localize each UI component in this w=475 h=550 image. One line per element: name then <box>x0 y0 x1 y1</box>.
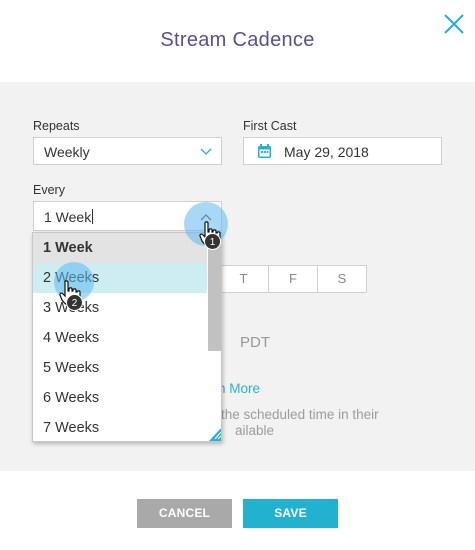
repeats-value: Weekly <box>44 144 90 160</box>
dropdown-option-4-weeks[interactable]: 4 Weeks <box>33 323 207 353</box>
repeats-select[interactable]: Weekly <box>33 137 222 165</box>
every-label: Every <box>33 183 65 197</box>
schedule-note-line2: ailable <box>235 423 275 438</box>
dialog-title: Stream Cadence <box>160 29 315 51</box>
dialog-header: Stream Cadence <box>0 0 475 82</box>
weekday-friday[interactable]: F <box>268 266 317 292</box>
dropdown-scrollbar-thumb[interactable] <box>208 235 221 351</box>
weekday-tuesday[interactable]: T <box>219 266 268 292</box>
schedule-note-line1: at the scheduled time in their <box>206 407 379 422</box>
first-cast-value: May 29, 2018 <box>284 144 369 160</box>
timezone-label: PDT <box>240 334 270 351</box>
every-dropdown-list: 1 Week 2 Weeks 3 Weeks 4 Weeks 5 Weeks 6… <box>32 232 222 442</box>
step-badge-1: 1 <box>204 233 221 250</box>
first-cast-label: First Cast <box>243 119 297 133</box>
step-badge-2: 2 <box>66 294 83 311</box>
dialog-footer <box>0 471 475 550</box>
calendar-icon <box>258 144 271 158</box>
dropdown-option-7-weeks[interactable]: 7 Weeks <box>33 413 207 441</box>
save-button[interactable]: SAVE <box>243 499 338 528</box>
dropdown-option-1-week[interactable]: 1 Week <box>33 233 207 263</box>
cancel-button[interactable]: CANCEL <box>137 499 232 528</box>
resize-handle-icon[interactable] <box>209 423 222 441</box>
schedule-note: at the scheduled time in their ailable <box>206 407 379 439</box>
dropdown-option-6-weeks[interactable]: 6 Weeks <box>33 383 207 413</box>
weekday-saturday[interactable]: S <box>317 266 366 292</box>
close-icon[interactable] <box>441 11 467 37</box>
dropdown-option-5-weeks[interactable]: 5 Weeks <box>33 353 207 383</box>
repeats-label: Repeats <box>33 119 80 133</box>
text-caret <box>92 209 94 224</box>
chevron-down-icon <box>200 148 212 155</box>
every-value: 1 Week <box>44 209 92 225</box>
weekday-picker: T F S <box>218 265 367 293</box>
learn-more-link[interactable]: n More <box>218 381 260 396</box>
first-cast-field[interactable]: May 29, 2018 <box>243 137 442 165</box>
